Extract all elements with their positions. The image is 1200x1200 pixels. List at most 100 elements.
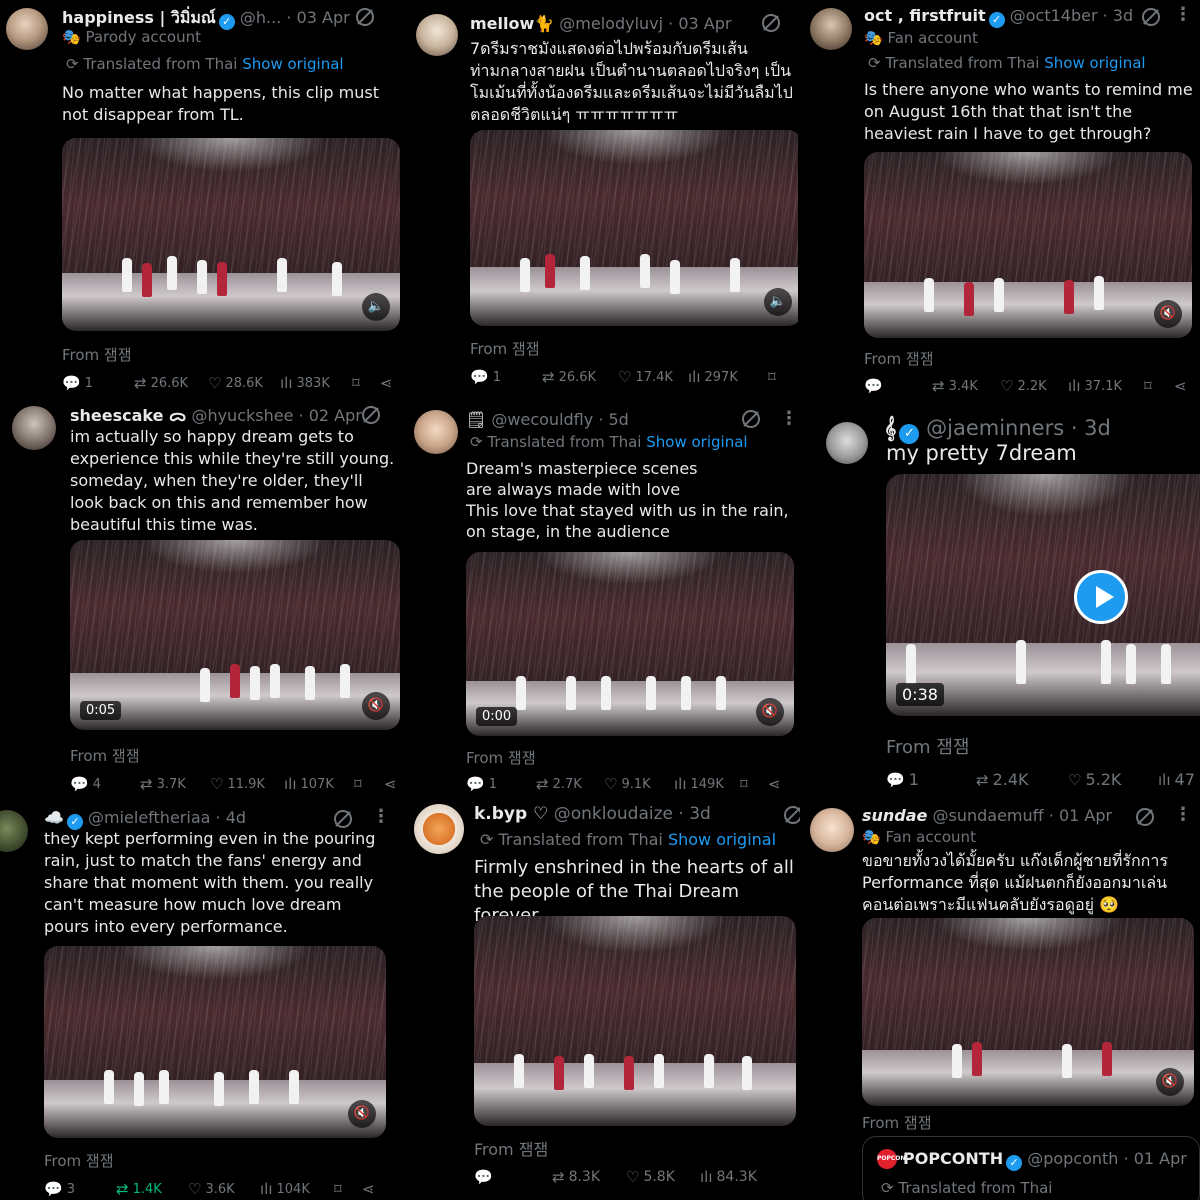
timestamp[interactable]: · 02 Apr — [299, 406, 362, 425]
more-icon[interactable]: ⋮ — [372, 806, 390, 827]
grok-icon[interactable] — [762, 14, 780, 32]
reply-button[interactable]: 💬 1 — [466, 775, 536, 793]
tweet-card[interactable]: 🗒 @wecouldfly · 5d ⋮ ⟳ Translated from T… — [404, 400, 800, 800]
mute-icon[interactable]: 🔇 — [756, 698, 784, 726]
grok-icon[interactable] — [1142, 8, 1160, 26]
bookmark-button[interactable]: ⌑ — [1144, 377, 1174, 395]
video-source[interactable]: From 잼잼 — [466, 747, 536, 768]
display-name[interactable]: happiness | วิมิ่มณ์ — [62, 8, 216, 27]
quoted-tweet[interactable]: POPCON POPCONTH ✓ @popconth · 01 Apr ⟳ Tr… — [862, 1136, 1200, 1200]
mute-icon[interactable]: 🔇 — [1156, 1068, 1184, 1096]
show-original-link[interactable]: Show original — [1044, 54, 1145, 72]
quoted-handle[interactable]: @popconth — [1027, 1149, 1118, 1168]
quoted-display-name[interactable]: POPCONTH — [903, 1149, 1003, 1168]
reply-button[interactable]: 💬 — [864, 377, 932, 395]
video-source[interactable]: From 잼잼 — [470, 338, 540, 359]
like-button[interactable]: ♡ 2.2K — [1000, 377, 1068, 395]
more-icon[interactable]: ⋮ — [1174, 4, 1192, 25]
views-button[interactable]: ılı 107K — [284, 775, 354, 793]
repost-button[interactable]: ⇄ 26.6K — [134, 374, 208, 392]
tweet-video[interactable]: 🔇 — [862, 918, 1194, 1106]
tweet-video[interactable]: 0:05 🔇 — [70, 540, 400, 730]
handle[interactable]: @mieleftheriaa — [88, 808, 210, 827]
reply-button[interactable]: 💬 — [474, 1168, 552, 1186]
share-button[interactable]: ⋖ — [768, 775, 781, 793]
views-button[interactable]: ılı 383K — [280, 374, 352, 392]
avatar[interactable] — [414, 804, 464, 854]
display-name[interactable]: sheescake ᯅ — [70, 406, 186, 425]
like-button[interactable]: ♡ 5.8K — [626, 1168, 700, 1186]
grok-icon[interactable] — [362, 406, 380, 424]
avatar[interactable] — [414, 410, 458, 454]
more-icon[interactable]: ⋮ — [1174, 804, 1192, 825]
timestamp[interactable]: · 3d — [1103, 6, 1134, 25]
tweet-card[interactable]: sundae @sundaemuff · 01 Apr ⋮ 🎭 Fan acco… — [800, 800, 1200, 1200]
handle[interactable]: @sundaemuff — [933, 806, 1044, 825]
grok-icon[interactable] — [356, 8, 374, 26]
views-button[interactable]: ılı 104K — [260, 1180, 334, 1198]
avatar[interactable] — [416, 14, 458, 56]
display-name[interactable]: ☁️ — [44, 808, 64, 827]
tweet-video[interactable]: 🔇 — [864, 152, 1192, 338]
bookmark-button[interactable]: ⌑ — [334, 1180, 362, 1198]
repost-button[interactable]: ⇄ 2.4K — [976, 770, 1068, 789]
repost-button[interactable]: ⇄ 8.3K — [552, 1168, 626, 1186]
timestamp[interactable]: · 3d — [1071, 416, 1111, 440]
tweet-card[interactable]: 𝄞 ✓ @jaeminners · 3d my pretty 7dream 0:3… — [800, 400, 1200, 800]
avatar[interactable] — [12, 406, 56, 450]
tweet-video[interactable]: 0:38 — [886, 474, 1200, 716]
video-source[interactable]: From 잼잼 — [864, 348, 934, 369]
views-button[interactable]: ılı 84.3K — [700, 1168, 757, 1186]
repost-button[interactable]: ⇄ 3.7K — [140, 775, 210, 793]
tweet-video[interactable]: 🔇 — [44, 946, 386, 1138]
share-button[interactable]: ⋖ — [384, 775, 397, 793]
like-button[interactable]: ♡ 3.6K — [188, 1180, 260, 1198]
video-source[interactable]: From 잼잼 — [886, 733, 969, 759]
views-button[interactable]: ılı 37.1K — [1068, 377, 1144, 395]
reply-button[interactable]: 💬 1 — [62, 374, 134, 392]
like-button[interactable]: ♡ 17.4K — [618, 368, 688, 386]
tweet-video[interactable]: 0:00 🔇 — [466, 552, 794, 736]
display-name[interactable]: 𝄞 — [884, 416, 896, 440]
mute-icon[interactable]: 🔇 — [1154, 300, 1182, 328]
play-icon[interactable] — [1074, 570, 1128, 624]
reply-button[interactable]: 💬 3 — [44, 1180, 116, 1198]
display-name[interactable]: mellow🐈 — [470, 14, 554, 33]
avatar[interactable] — [826, 422, 868, 464]
views-button[interactable]: ılı 149K — [674, 775, 740, 793]
grok-icon[interactable] — [334, 810, 352, 828]
video-source[interactable]: From 잼잼 — [862, 1112, 932, 1133]
display-name[interactable]: k.byp ♡ — [474, 804, 548, 824]
reply-button[interactable]: 💬 4 — [70, 775, 140, 793]
grok-icon[interactable] — [784, 806, 800, 824]
handle[interactable]: @hyuckshee — [191, 406, 293, 425]
reply-button[interactable]: 💬 1 — [886, 770, 976, 789]
tweet-video[interactable]: 🔈 — [62, 138, 400, 331]
handle[interactable]: @wecouldfly — [491, 410, 593, 429]
share-button[interactable]: ⋖ — [362, 1180, 375, 1198]
avatar[interactable] — [810, 8, 852, 50]
video-source[interactable]: From 잼잼 — [62, 344, 132, 365]
share-button[interactable]: ⋖ — [380, 374, 393, 392]
timestamp[interactable]: · 4d — [216, 808, 247, 827]
timestamp[interactable]: · 01 Apr — [1049, 806, 1112, 825]
views-button[interactable]: ılı 297K — [688, 368, 768, 386]
video-source[interactable]: From 잼잼 — [474, 1136, 548, 1160]
mute-icon[interactable]: 🔇 — [362, 692, 390, 720]
repost-button[interactable]: ⇄ 2.7K — [536, 775, 604, 793]
handle[interactable]: @jaeminners — [926, 416, 1064, 440]
tweet-card[interactable]: oct , firstfruit ✓ @oct14ber · 3d ⋮ 🎭 Fan… — [800, 0, 1200, 400]
timestamp[interactable]: · 03 Apr — [286, 8, 349, 27]
like-button[interactable]: ♡ 28.6K — [208, 374, 280, 392]
tweet-video[interactable] — [474, 916, 796, 1126]
bookmark-button[interactable]: ⌑ — [352, 374, 380, 392]
mute-icon[interactable]: 🔈 — [764, 288, 792, 316]
mute-icon[interactable]: 🔈 — [362, 293, 390, 321]
bookmark-button[interactable]: ⌑ — [354, 775, 384, 793]
avatar[interactable] — [810, 808, 854, 852]
tweet-card[interactable]: happiness | วิมิ่มณ์ ✓ @h... · 03 Apr 🎭 P… — [0, 0, 404, 400]
mute-icon[interactable]: 🔇 — [348, 1100, 376, 1128]
more-icon[interactable]: ⋮ — [780, 408, 798, 429]
grok-icon[interactable] — [1136, 808, 1154, 826]
show-original-link[interactable]: Show original — [646, 433, 747, 451]
